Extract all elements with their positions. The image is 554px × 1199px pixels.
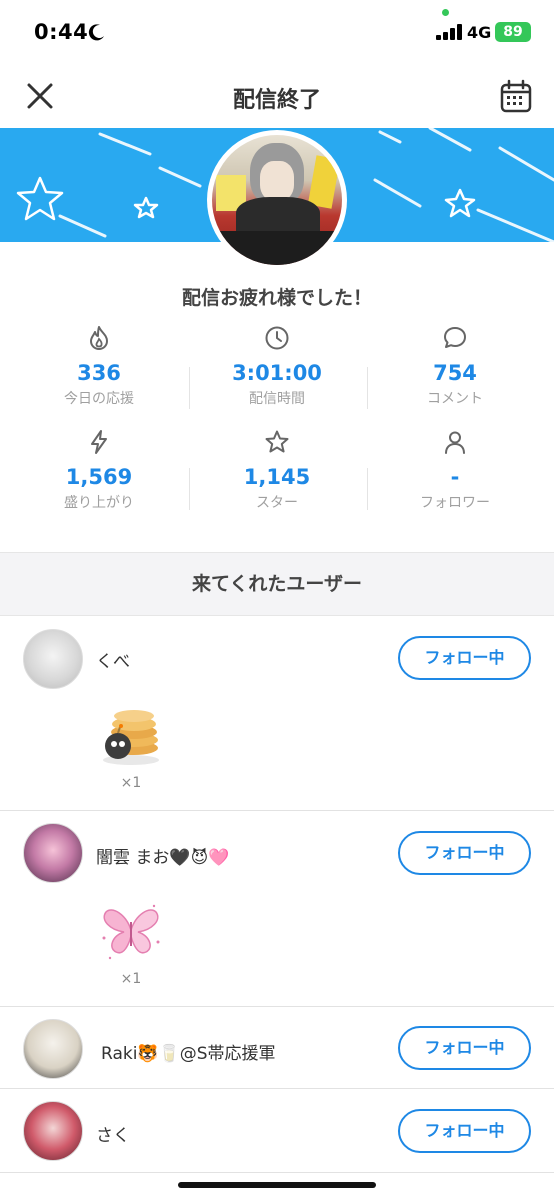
stat-label: 配信時間 <box>249 391 305 407</box>
stat-label: 今日の応援 <box>64 391 134 407</box>
gift-count: ×1 <box>120 775 142 791</box>
flame-icon <box>90 326 108 350</box>
stat-followers: - フォロワー <box>365 429 545 512</box>
following-button[interactable]: フォロー中 <box>398 636 531 680</box>
stat-label: フォロワー <box>420 495 490 511</box>
stat-comments: 754 コメント <box>365 325 545 408</box>
following-button[interactable]: フォロー中 <box>398 831 531 875</box>
page-title: 配信終了 <box>232 88 321 113</box>
divider <box>367 468 368 510</box>
viewer-row: さく フォロー中 <box>0 1089 554 1173</box>
status-bar: 0:44 4G 89 <box>0 0 554 64</box>
viewer-name[interactable]: くべ <box>96 647 130 672</box>
viewer-row: Raki🐯🥛@S帯応援軍 フォロー中 <box>0 1007 554 1089</box>
gift-count: ×1 <box>120 971 142 987</box>
following-button[interactable]: フォロー中 <box>398 1109 531 1153</box>
clock-icon <box>265 326 289 350</box>
stat-value: 336 <box>77 361 121 385</box>
stat-excitement: 1,569 盛り上がり <box>9 429 189 512</box>
avatar[interactable] <box>23 823 83 883</box>
stat-support: 336 今日の応援 <box>9 325 189 408</box>
status-time: 0:44 <box>34 20 89 44</box>
star-icon <box>265 430 289 453</box>
viewer-name[interactable]: 闇雲 まお🖤😈🩷 <box>96 843 229 868</box>
signal-icon <box>436 24 462 40</box>
viewer-row: くべ フォロー中 ×1 <box>0 616 554 811</box>
top-bar: 配信終了 <box>0 64 554 128</box>
stat-value: 1,569 <box>65 465 133 489</box>
stat-label: コメント <box>427 391 483 407</box>
stat-value: 1,145 <box>243 465 311 489</box>
comment-icon <box>444 327 466 348</box>
section-header: 来てくれたユーザー <box>0 552 554 616</box>
pink-butterfly-gift-icon <box>102 904 160 960</box>
greeting-message: 配信お疲れ様でした！ <box>181 287 372 309</box>
stat-duration: 3:01:00 配信時間 <box>187 325 367 408</box>
avatar[interactable] <box>23 629 83 689</box>
pancake-bomb-gift-icon <box>103 710 159 765</box>
moon-icon <box>88 24 104 41</box>
stat-value: 3:01:00 <box>232 361 322 385</box>
privacy-indicator-dot <box>442 9 449 16</box>
avatar[interactable] <box>23 1019 83 1079</box>
viewer-name[interactable]: Raki🐯🥛@S帯応援軍 <box>101 1039 276 1064</box>
viewer-name[interactable]: さく <box>96 1121 130 1146</box>
stat-label: 盛り上がり <box>64 495 134 511</box>
battery-indicator: 89 <box>495 22 531 42</box>
network-type: 4G <box>467 23 492 42</box>
divider <box>189 367 190 409</box>
stat-label: スター <box>256 495 298 511</box>
viewer-row: 闇雲 まお🖤😈🩷 フォロー中 ×1 <box>0 811 554 1007</box>
stat-value: - <box>450 465 460 489</box>
divider <box>367 367 368 409</box>
following-button[interactable]: フォロー中 <box>398 1026 531 1070</box>
stat-stars: 1,145 スター <box>187 429 367 512</box>
streamer-avatar <box>207 130 347 270</box>
stat-value: 754 <box>433 361 477 385</box>
divider <box>189 468 190 510</box>
avatar[interactable] <box>23 1101 83 1161</box>
section-title: 来てくれたユーザー <box>191 573 363 595</box>
person-icon <box>445 431 465 454</box>
home-indicator[interactable] <box>178 1182 376 1188</box>
calendar-icon[interactable] <box>498 78 534 114</box>
lightning-icon <box>91 430 107 454</box>
